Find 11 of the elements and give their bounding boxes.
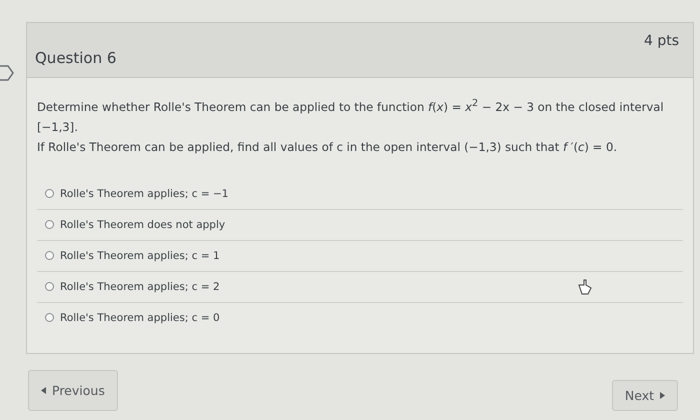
next-button[interactable]: Next — [612, 380, 678, 411]
question-text: Determine whether Rolle's Theorem can be applied to the function f(x) = x$^{2}$ − 2x − 3 on the closed interval [−1,3]. — [37, 97, 665, 136]
points-label: 4 pts — [644, 33, 679, 49]
question-text: If Rolle's Theorem can be applied, find all values of c in the open interval (−1,3) such that f ′(c) = 0. — [37, 138, 618, 156]
answer-option: Rolle's Theorem applies; c = 2 — [60, 280, 220, 293]
answer-option: Rolle's Theorem applies; c = 1 — [60, 250, 220, 262]
answer-option: Rolle's Theorem applies; c = 0 — [60, 312, 220, 324]
question-title: Question 6 — [35, 49, 116, 67]
answer-option: Rolle's Theorem applies; c = −1 — [60, 188, 228, 200]
answer-option: Rolle's Theorem does not apply — [60, 218, 226, 231]
previous-button[interactable]: Previous — [28, 370, 118, 411]
